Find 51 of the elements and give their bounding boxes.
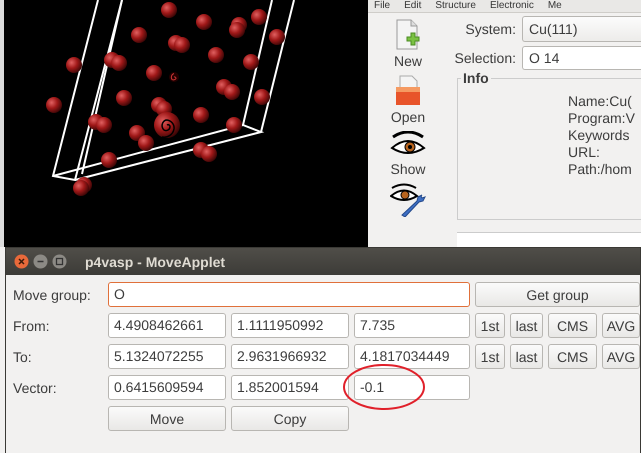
minimize-icon[interactable] bbox=[33, 254, 48, 269]
move-group-label: Move group: bbox=[13, 286, 92, 302]
menu-item[interactable]: File bbox=[374, 0, 390, 12]
get-group-button[interactable]: Get group bbox=[475, 282, 640, 307]
toolbar-button[interactable]: Open bbox=[390, 75, 426, 125]
number-field[interactable]: 4.4908462661 bbox=[108, 313, 226, 338]
row-label: From: bbox=[13, 318, 51, 334]
point-button[interactable]: AVG bbox=[602, 313, 640, 338]
number-field[interactable]: 5.1324072255 bbox=[108, 344, 226, 369]
number-field[interactable]: 7.735 bbox=[354, 313, 470, 338]
info-text: URL: bbox=[568, 144, 601, 161]
number-field[interactable]: 1.1111950992 bbox=[231, 313, 349, 338]
action-button[interactable]: Copy bbox=[231, 406, 349, 431]
toolbar-button[interactable]: Show bbox=[390, 131, 426, 177]
info-text: Path:/hom bbox=[568, 161, 633, 178]
info-text: Name:Cu( bbox=[568, 93, 633, 110]
number-field[interactable]: 4.1817034449 bbox=[354, 344, 470, 369]
point-button[interactable]: 1st bbox=[475, 313, 505, 338]
new-document-icon bbox=[394, 19, 421, 51]
selection-label: Selection: bbox=[454, 50, 516, 66]
info-text: Program:V bbox=[568, 110, 636, 127]
window-title: p4vasp - MoveApplet bbox=[85, 254, 226, 270]
menu-item[interactable]: Me bbox=[548, 0, 562, 12]
close-icon[interactable] bbox=[14, 254, 29, 269]
eye-wrench-icon bbox=[390, 183, 426, 217]
point-button[interactable]: last bbox=[510, 344, 543, 369]
row-label: Vector: bbox=[13, 380, 58, 396]
toolbar-button[interactable] bbox=[390, 183, 426, 217]
number-field[interactable]: 2.9631966932 bbox=[231, 344, 349, 369]
menu-item[interactable]: Edit bbox=[404, 0, 422, 12]
action-button[interactable]: Move bbox=[108, 406, 226, 431]
point-button[interactable]: AVG bbox=[602, 344, 640, 369]
toolbar-button[interactable]: New bbox=[394, 19, 422, 69]
point-button[interactable]: CMS bbox=[548, 313, 597, 338]
system-label: System: bbox=[464, 21, 516, 37]
move-group-field[interactable]: O bbox=[108, 282, 470, 307]
number-field[interactable]: 0.6415609594 bbox=[108, 375, 226, 400]
info-text: Keywords bbox=[568, 127, 630, 144]
point-button[interactable]: CMS bbox=[548, 344, 597, 369]
point-button[interactable]: last bbox=[510, 313, 543, 338]
row-label: To: bbox=[13, 348, 33, 364]
open-folder-icon bbox=[394, 75, 422, 107]
maximize-icon[interactable] bbox=[52, 254, 67, 269]
number-field[interactable]: 1.852001594 bbox=[231, 375, 349, 400]
number-field[interactable]: -0.1 bbox=[354, 375, 470, 400]
info-title: Info bbox=[461, 70, 491, 86]
menu-item[interactable]: Structure bbox=[435, 0, 476, 12]
system-dropdown[interactable]: Cu(111) bbox=[522, 16, 641, 42]
selection-field[interactable]: O 14 bbox=[522, 46, 641, 70]
point-button[interactable]: 1st bbox=[475, 344, 505, 369]
menu-item[interactable]: Electronic bbox=[490, 0, 534, 12]
